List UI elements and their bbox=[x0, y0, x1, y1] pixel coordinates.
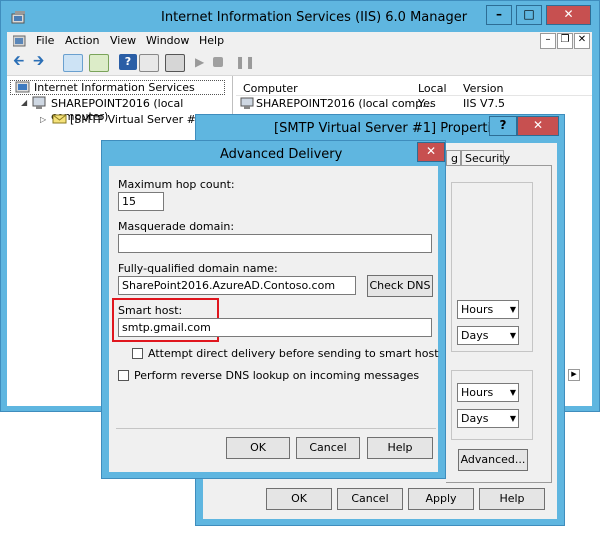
attempt-direct-label: Attempt direct delivery before sending t… bbox=[148, 347, 439, 360]
computer-node-icon bbox=[32, 96, 46, 109]
back-arrow-icon[interactable]: 🡰 bbox=[13, 54, 31, 70]
hours-dropdown-2[interactable]: Hours ▼ bbox=[457, 383, 519, 402]
computer-icon[interactable] bbox=[165, 54, 185, 72]
column-computer[interactable]: Computer bbox=[243, 82, 298, 95]
minimize-button[interactable]: – bbox=[486, 5, 512, 25]
export-list-icon[interactable] bbox=[89, 54, 109, 72]
iis-app-icon bbox=[11, 11, 25, 24]
play-icon[interactable]: ▶ bbox=[195, 54, 213, 70]
iis-root-icon bbox=[15, 81, 30, 93]
column-local[interactable]: Local bbox=[418, 82, 447, 95]
stop-icon[interactable] bbox=[213, 57, 223, 67]
properties-title: [SMTP Virtual Server #1] Properties bbox=[274, 121, 506, 136]
menu-view[interactable]: View bbox=[110, 34, 136, 47]
mdi-close-button[interactable]: ✕ bbox=[574, 33, 590, 49]
smart-host-label: Smart host: bbox=[118, 304, 183, 317]
collapse-arrow-icon[interactable]: ◢ bbox=[21, 98, 27, 107]
smtp-server-icon bbox=[52, 114, 67, 124]
check-dns-button[interactable]: Check DNS bbox=[367, 275, 433, 297]
fqdn-label: Fully-qualified domain name: bbox=[118, 262, 278, 275]
menu-bar: File Action View Window Help – ❐ ✕ bbox=[7, 32, 592, 50]
hours-dropdown-1[interactable]: Hours ▼ bbox=[457, 300, 519, 319]
tab-security[interactable]: Security bbox=[461, 150, 510, 165]
maximize-button[interactable]: □ bbox=[516, 5, 542, 25]
tree-smtp-server[interactable]: [SMTP Virtual Server #1] bbox=[70, 113, 207, 126]
menu-action[interactable]: Action bbox=[65, 34, 99, 47]
tab-general[interactable]: g bbox=[446, 150, 461, 165]
mmc-icon bbox=[13, 35, 26, 47]
pause-icon[interactable]: ❚❚ bbox=[235, 54, 255, 70]
smart-host-input[interactable]: smtp.gmail.com bbox=[118, 318, 432, 337]
menu-window[interactable]: Window bbox=[146, 34, 189, 47]
scroll-right-icon[interactable]: ▶ bbox=[568, 369, 580, 381]
toolbar: 🡰 🡲 ? ▶ ❚❚ bbox=[7, 50, 592, 76]
list-cell-local: Yes bbox=[418, 97, 436, 110]
help-icon[interactable]: ? bbox=[119, 54, 137, 70]
properties-icon[interactable] bbox=[139, 54, 159, 72]
list-computer-icon bbox=[240, 97, 254, 109]
menu-file[interactable]: File bbox=[36, 34, 54, 47]
close-button[interactable]: ✕ bbox=[546, 5, 591, 25]
forward-arrow-icon[interactable]: 🡲 bbox=[33, 54, 51, 70]
mdi-minimize-button[interactable]: – bbox=[540, 33, 556, 49]
advanced-close-button[interactable]: ✕ bbox=[417, 142, 445, 162]
properties-cancel-button[interactable]: Cancel bbox=[337, 488, 403, 510]
reverse-dns-label: Perform reverse DNS lookup on incoming m… bbox=[134, 369, 420, 382]
menu-help[interactable]: Help bbox=[199, 34, 224, 47]
masquerade-label: Masquerade domain: bbox=[118, 220, 235, 233]
advanced-cancel-button[interactable]: Cancel bbox=[296, 437, 360, 459]
reverse-dns-checkbox[interactable] bbox=[118, 370, 129, 381]
list-cell-version: IIS V7.5 bbox=[463, 97, 505, 110]
advanced-ok-button[interactable]: OK bbox=[226, 437, 290, 459]
days-dropdown-1[interactable]: Days ▼ bbox=[457, 326, 519, 345]
advanced-button[interactable]: Advanced... bbox=[458, 449, 528, 471]
properties-ok-button[interactable]: OK bbox=[266, 488, 332, 510]
column-version[interactable]: Version bbox=[463, 82, 503, 95]
fqdn-input[interactable]: SharePoint2016.AzureAD.Contoso.com bbox=[118, 276, 356, 295]
masquerade-input[interactable] bbox=[118, 234, 432, 253]
tree-root[interactable]: Internet Information Services bbox=[34, 81, 195, 94]
local-group bbox=[451, 370, 533, 440]
properties-help-bottom-button[interactable]: Help bbox=[479, 488, 545, 510]
properties-close-button[interactable]: ✕ bbox=[517, 116, 559, 136]
attempt-direct-checkbox[interactable] bbox=[132, 348, 143, 359]
iis-title-text: Internet Information Services (IIS) 6.0 … bbox=[161, 10, 468, 25]
dialog-divider bbox=[116, 428, 436, 429]
advanced-title: Advanced Delivery bbox=[220, 147, 343, 162]
max-hop-input[interactable]: 15 bbox=[118, 192, 164, 211]
list-cell-computer[interactable]: SHAREPOINT2016 (local comp... bbox=[256, 97, 433, 110]
mdi-restore-button[interactable]: ❐ bbox=[557, 33, 573, 49]
max-hop-label: Maximum hop count: bbox=[118, 178, 235, 191]
properties-apply-button[interactable]: Apply bbox=[408, 488, 474, 510]
properties-help-button[interactable]: ? bbox=[489, 116, 517, 136]
days-dropdown-2[interactable]: Days ▼ bbox=[457, 409, 519, 428]
show-tree-icon[interactable] bbox=[63, 54, 83, 72]
advanced-help-button[interactable]: Help bbox=[367, 437, 433, 459]
expand-arrow-icon[interactable]: ▷ bbox=[40, 115, 46, 124]
